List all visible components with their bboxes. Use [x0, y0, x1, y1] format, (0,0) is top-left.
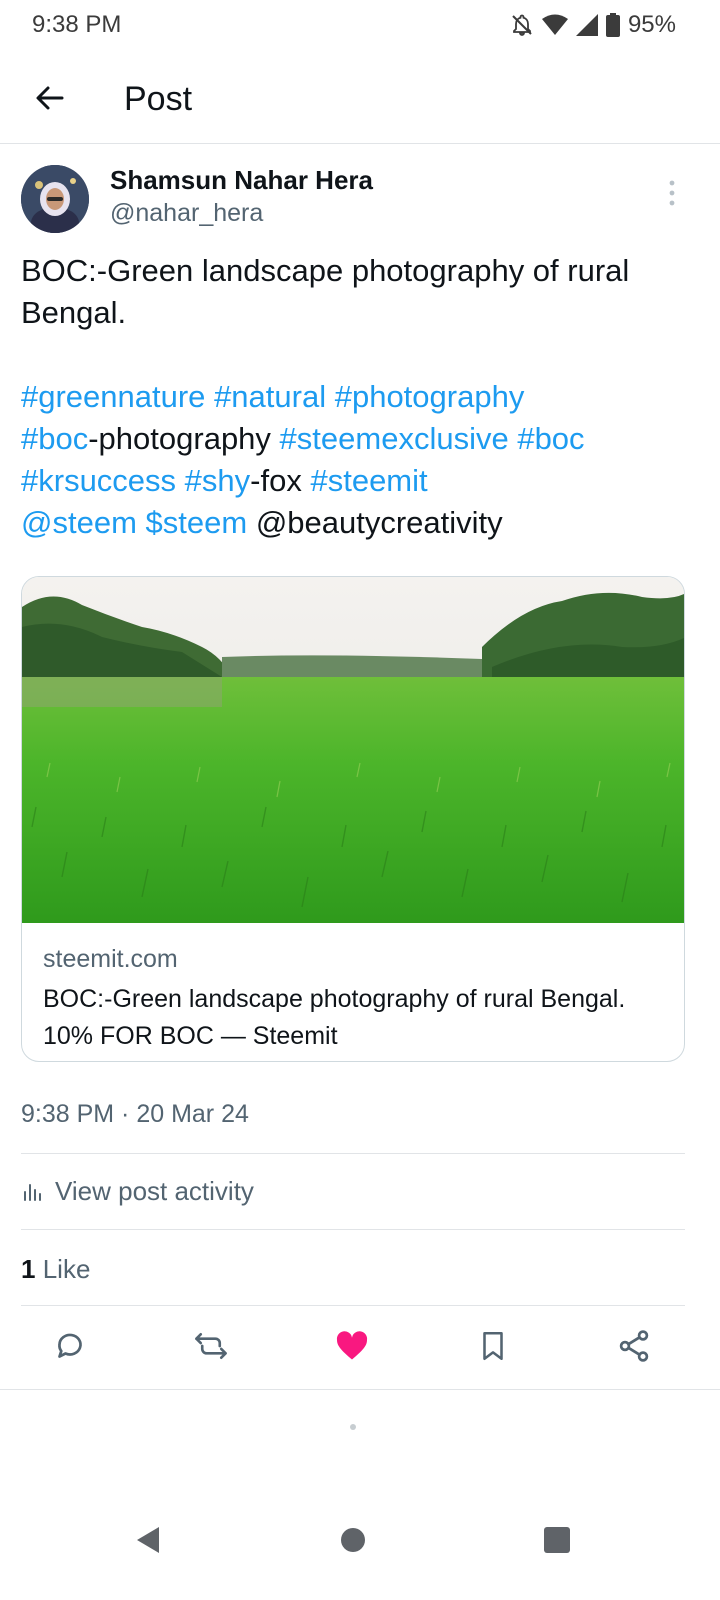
post-timestamp: 9:38 PM · 20 Mar 24	[21, 1100, 249, 1128]
circle-home-icon	[341, 1528, 365, 1552]
reply-button[interactable]	[50, 1326, 90, 1366]
hashtag-line: #krsuccess #shy-fox #steemit	[21, 460, 691, 502]
more-options-button[interactable]	[660, 178, 684, 208]
hashtag-link[interactable]: #boc	[517, 421, 584, 456]
share-button[interactable]	[614, 1326, 654, 1366]
like-button[interactable]	[332, 1326, 372, 1366]
plain-mention: @beautycreativity	[255, 505, 503, 540]
share-icon	[619, 1330, 649, 1362]
post-text: BOC:-Green landscape photography of rura…	[21, 250, 691, 544]
hashtag-link[interactable]: #boc	[21, 421, 88, 456]
hashtag-link[interactable]: #steemexclusive	[280, 421, 509, 456]
bookmark-icon	[483, 1331, 503, 1361]
likes-count[interactable]: 1 Like	[21, 1254, 90, 1285]
plain-text: -fox	[250, 463, 302, 498]
author-handle[interactable]: @nahar_hera	[110, 199, 263, 228]
mention-link[interactable]: @steem	[21, 505, 137, 540]
post-text-line: BOC:-Green landscape photography of rura…	[21, 253, 630, 288]
nav-home-button[interactable]	[323, 1510, 383, 1570]
signal-icon	[575, 14, 598, 36]
hashtag-line: #boc-photography #steemexclusive #boc	[21, 418, 691, 460]
action-bar	[0, 1326, 720, 1370]
divider	[21, 1153, 685, 1154]
nav-back-button[interactable]	[118, 1510, 178, 1570]
post-text-line: Bengal.	[21, 295, 127, 330]
more-vertical-icon	[669, 180, 675, 206]
cashtag-link[interactable]: $steem	[146, 505, 248, 540]
mention-line: @steem $steem @beautycreativity	[21, 502, 691, 544]
card-title: BOC:-Green landscape photography of rura…	[43, 985, 626, 1050]
divider	[0, 1389, 720, 1390]
analytics-icon	[24, 1183, 41, 1201]
divider	[21, 1305, 685, 1306]
wifi-icon	[541, 14, 568, 36]
status-time: 9:38 PM	[32, 11, 122, 38]
retweet-icon	[195, 1332, 227, 1360]
status-icons: 95%	[510, 11, 676, 39]
status-bar: 9:38 PM 95%	[0, 0, 720, 50]
hashtag-link[interactable]: #greennature	[21, 379, 205, 414]
app-header: Post	[0, 58, 720, 144]
page-title: Post	[124, 80, 193, 118]
reply-icon	[58, 1333, 82, 1358]
link-card[interactable]: steemit.com BOC:-Green landscape photogr…	[21, 576, 685, 1062]
plain-text: -photography	[88, 421, 271, 456]
square-recents-icon	[544, 1527, 570, 1553]
card-image	[22, 577, 684, 923]
view-post-activity-label: View post activity	[55, 1176, 254, 1206]
bookmark-button[interactable]	[473, 1326, 513, 1366]
battery-icon	[605, 13, 620, 37]
back-button[interactable]	[30, 78, 70, 118]
retweet-button[interactable]	[191, 1326, 231, 1366]
hashtag-link[interactable]: #shy	[185, 463, 250, 498]
hashtag-link[interactable]: #steemit	[310, 463, 427, 498]
triangle-back-icon	[137, 1527, 159, 1553]
hashtag-link[interactable]: #photography	[335, 379, 525, 414]
arrow-left-icon	[36, 86, 64, 110]
hashtag-link[interactable]: #krsuccess	[21, 463, 176, 498]
view-post-activity-button[interactable]: View post activity	[21, 1176, 254, 1207]
hashtag-line: #greennature #natural #photography	[21, 376, 691, 418]
battery-level: 95%	[627, 11, 676, 38]
nav-recents-button[interactable]	[527, 1510, 587, 1570]
card-domain: steemit.com	[43, 945, 178, 973]
hashtag-link[interactable]: #natural	[214, 379, 326, 414]
like-icon	[336, 1331, 368, 1360]
author-name[interactable]: Shamsun Nahar Hera	[110, 165, 373, 196]
system-nav-bar	[0, 1490, 720, 1600]
like-count-value: 1	[21, 1254, 36, 1284]
avatar[interactable]	[21, 165, 89, 233]
divider	[21, 1229, 685, 1230]
like-count-label: Like	[42, 1254, 91, 1284]
bell-off-icon	[510, 13, 534, 37]
loading-indicator	[350, 1424, 356, 1430]
